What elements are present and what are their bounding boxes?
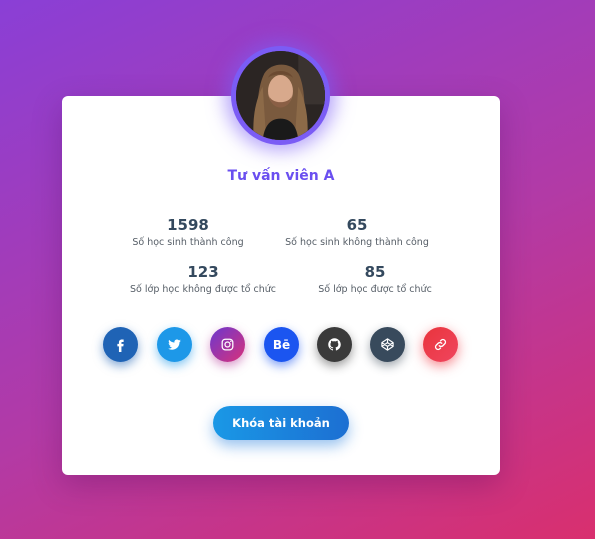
stat-classes-not-held: 123 Số lớp học không được tổ chức [108,263,298,296]
stat-label: Số học sinh thành công [132,237,244,248]
codepen-icon [381,338,394,351]
github-icon [328,338,341,351]
stat-unsuccessful-students: 65 Số học sinh không thành công [262,216,452,249]
avatar [231,46,330,145]
avatar-photo [236,51,325,140]
behance-button[interactable]: Bē [264,327,299,362]
avatar-image [236,51,325,140]
lock-account-button[interactable]: Khóa tài khoản [213,406,349,440]
facebook-icon [117,339,124,352]
facebook-button[interactable] [103,327,138,362]
stat-label: Số lớp học không được tổ chức [130,284,276,295]
codepen-button[interactable] [370,327,405,362]
stat-value: 123 [187,263,219,281]
stat-label: Số lớp học được tổ chức [318,284,432,295]
link-icon [434,338,447,351]
stat-value: 1598 [167,216,209,234]
profile-card: Tư vấn viên A 1598 Số học sinh thành côn… [62,96,500,475]
behance-icon: Bē [272,337,291,352]
github-button[interactable] [317,327,352,362]
stat-successful-students: 1598 Số học sinh thành công [93,216,283,249]
link-button[interactable] [423,327,458,362]
profile-name: Tư vấn viên A [227,168,335,184]
stat-value: 65 [346,216,368,234]
stat-label: Số học sinh không thành công [285,237,429,248]
stat-classes-held: 85 Số lớp học được tổ chức [280,263,470,296]
instagram-icon [221,338,234,351]
twitter-button[interactable] [157,327,192,362]
stat-value: 85 [364,263,386,281]
twitter-icon [168,339,181,350]
instagram-button[interactable] [210,327,245,362]
